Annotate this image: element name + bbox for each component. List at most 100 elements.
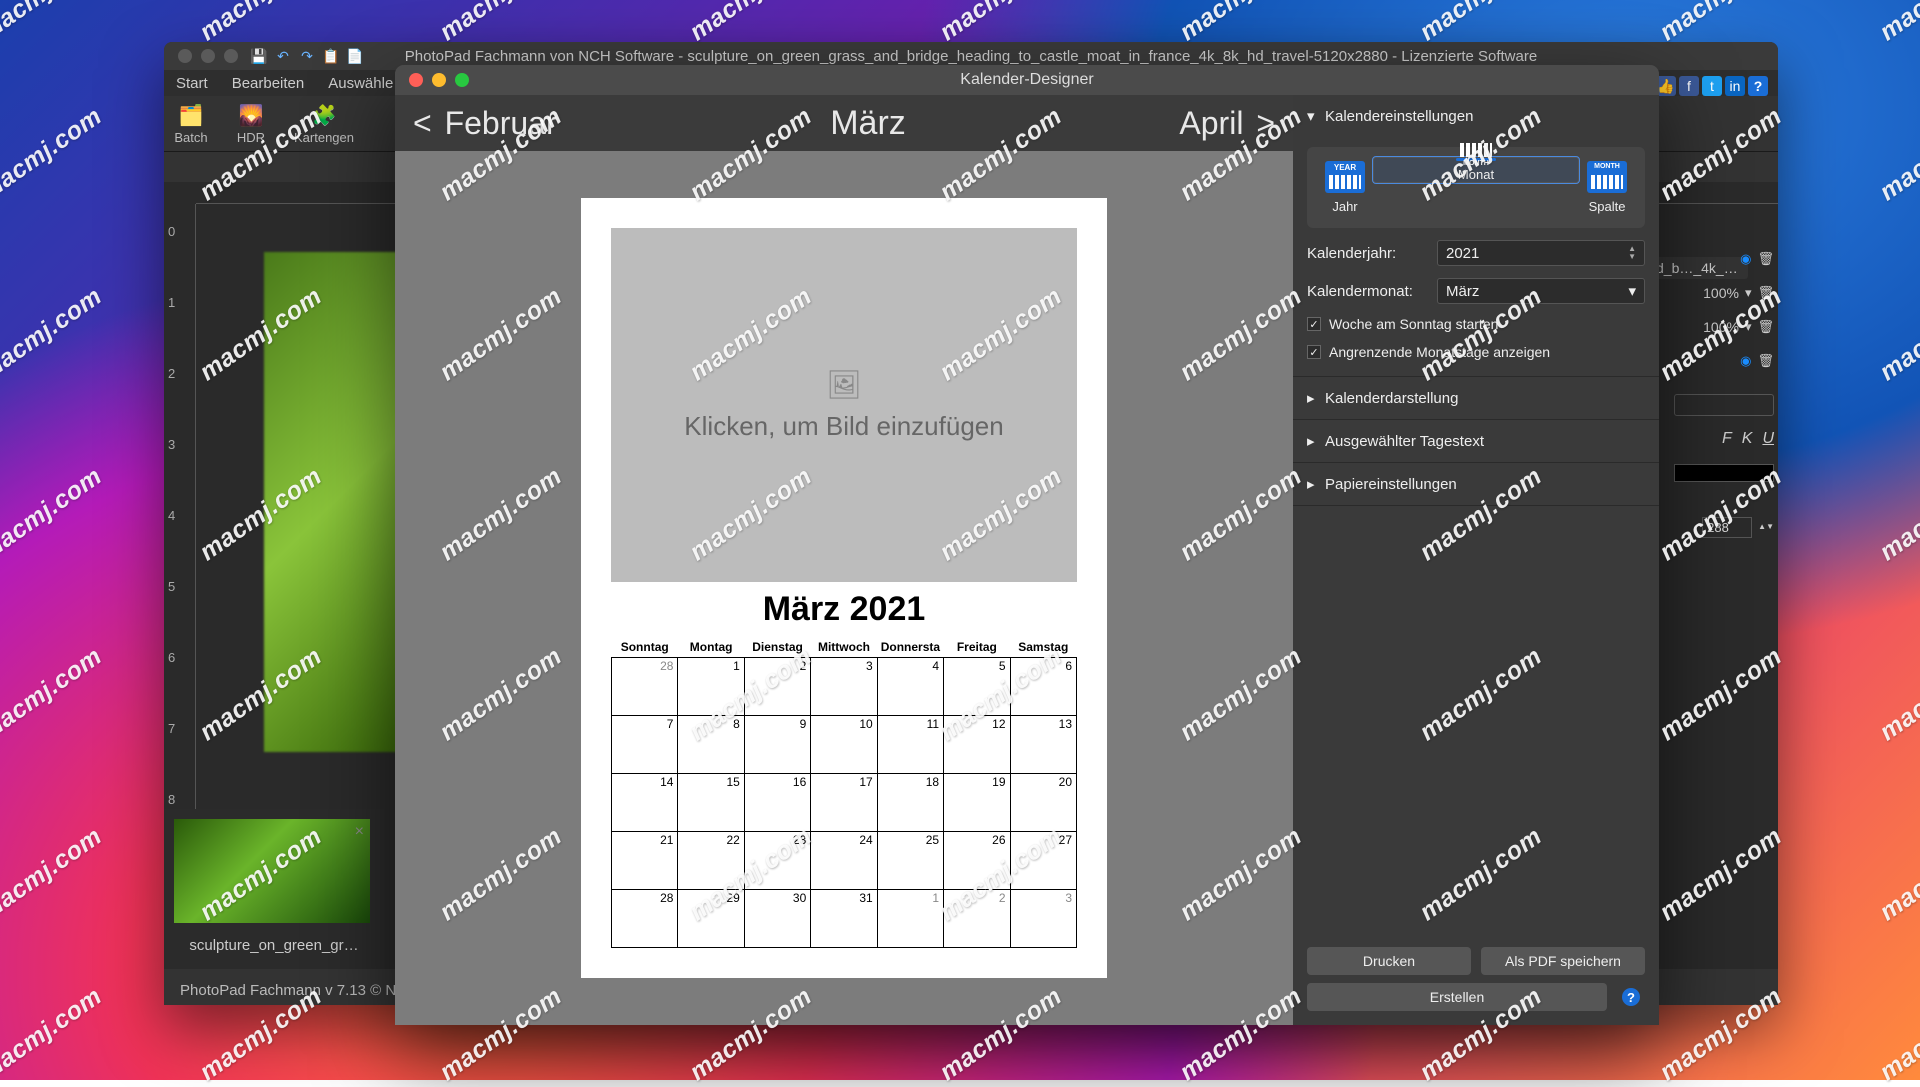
tab-start[interactable]: Start <box>176 75 208 92</box>
color-swatch[interactable] <box>1674 464 1774 482</box>
calendar-day-cell[interactable]: 9 <box>744 716 810 774</box>
trash-icon[interactable]: 🗑 <box>1757 319 1774 335</box>
prev-month-button[interactable]: < Februar <box>413 105 557 142</box>
calendar-day-cell[interactable]: 19 <box>944 774 1010 832</box>
tool-batch[interactable]: 🗂️Batch <box>174 102 208 145</box>
calendar-day-cell[interactable]: 30 <box>744 890 810 948</box>
section-calendar-display[interactable]: ▸Kalenderdarstellung <box>1293 377 1659 419</box>
filmstrip-thumb[interactable]: × <box>174 819 370 923</box>
calendar-mode-icon <box>1587 161 1627 193</box>
chevron-down-icon: ▾ <box>1628 282 1636 300</box>
create-button[interactable]: Erstellen <box>1307 983 1607 1011</box>
calendar-day-cell[interactable]: 28 <box>612 658 678 716</box>
opacity-a[interactable]: 100% <box>1703 285 1739 301</box>
format-bold[interactable]: F <box>1722 430 1732 448</box>
calendar-day-cell[interactable]: 15 <box>678 774 744 832</box>
tab-edit[interactable]: Bearbeiten <box>232 75 305 92</box>
calendar-day-cell[interactable]: 14 <box>612 774 678 832</box>
format-italic[interactable]: K <box>1742 430 1753 448</box>
calendar-day-cell[interactable]: 7 <box>612 716 678 774</box>
month-navigator: < Februar März April > <box>395 95 1293 151</box>
opacity-b[interactable]: 100% <box>1703 319 1739 335</box>
mode-jahr[interactable]: Jahr <box>1317 157 1373 218</box>
calendar-mode-icon <box>1456 158 1496 161</box>
calendar-day-cell[interactable]: 20 <box>1010 774 1076 832</box>
mode-monat[interactable]: Monat <box>1373 157 1579 183</box>
month-label: Kalendermonat: <box>1307 283 1427 300</box>
calendar-day-cell[interactable]: 26 <box>944 832 1010 890</box>
next-month-button[interactable]: April > <box>1179 105 1275 142</box>
close-icon[interactable]: × <box>355 823 364 841</box>
calendar-day-cell[interactable]: 4 <box>877 658 943 716</box>
calendar-day-cell[interactable]: 2 <box>744 658 810 716</box>
calendar-preview-pane: < Februar März April > 🖼 Klicken, um Bil… <box>395 95 1293 1025</box>
trash-icon[interactable]: 🗑 <box>1757 285 1774 301</box>
weekday-header: Montag <box>678 637 744 658</box>
section-calendar-settings[interactable]: ▾ Kalendereinstellungen <box>1293 95 1659 137</box>
section-paper-settings[interactable]: ▸Papiereinstellungen <box>1293 463 1659 505</box>
calendar-day-cell[interactable]: 22 <box>678 832 744 890</box>
calendar-day-cell[interactable]: 17 <box>811 774 877 832</box>
dropdown-field[interactable] <box>1674 394 1774 416</box>
calendar-day-cell[interactable]: 2 <box>944 890 1010 948</box>
weekday-header: Freitag <box>944 637 1010 658</box>
layer-toggle-icon[interactable]: ◉ <box>1740 251 1751 267</box>
section-selected-day-text[interactable]: ▸Ausgewählter Tagestext <box>1293 420 1659 462</box>
calendar-day-cell[interactable]: 1 <box>678 658 744 716</box>
layer-toggle-icon[interactable]: ◉ <box>1740 353 1751 369</box>
image-drop-text: Klicken, um Bild einzufügen <box>684 411 1003 442</box>
help-icon[interactable]: ? <box>1748 76 1768 96</box>
ruler-mark: 8 <box>168 792 191 807</box>
calendar-day-cell[interactable]: 28 <box>612 890 678 948</box>
like-icon[interactable]: 👍 <box>1656 76 1676 96</box>
save-icon[interactable]: 💾 <box>250 48 268 64</box>
calendar-day-cell[interactable]: 24 <box>811 832 877 890</box>
calendar-day-cell[interactable]: 31 <box>811 890 877 948</box>
calendar-day-cell[interactable]: 3 <box>811 658 877 716</box>
tab-select[interactable]: Auswähle <box>328 75 393 92</box>
redo-icon[interactable]: ↷ <box>298 48 316 64</box>
calendar-day-cell[interactable]: 12 <box>944 716 1010 774</box>
calendar-day-cell[interactable]: 21 <box>612 832 678 890</box>
calendar-day-cell[interactable]: 3 <box>1010 890 1076 948</box>
calendar-day-cell[interactable]: 6 <box>1010 658 1076 716</box>
year-spinner[interactable]: 2021▲▼ <box>1437 240 1645 266</box>
format-underline[interactable]: U <box>1762 430 1774 448</box>
facebook-icon[interactable]: f <box>1679 76 1699 96</box>
ruler-mark: 4 <box>168 508 191 523</box>
month-select[interactable]: März▾ <box>1437 278 1645 304</box>
calendar-day-cell[interactable]: 10 <box>811 716 877 774</box>
trash-icon[interactable]: 🗑 <box>1757 251 1774 267</box>
trash-icon[interactable]: 🗑 <box>1757 353 1774 369</box>
copy-icon[interactable]: 📋 <box>322 48 340 64</box>
calendar-day-cell[interactable]: 8 <box>678 716 744 774</box>
undo-icon[interactable]: ↶ <box>274 48 292 64</box>
print-button[interactable]: Drucken <box>1307 947 1471 975</box>
calendar-day-cell[interactable]: 16 <box>744 774 810 832</box>
image-drop-zone[interactable]: 🖼 Klicken, um Bild einzufügen <box>611 228 1077 582</box>
tool-cardgen[interactable]: 🧩Kartengen <box>294 102 354 145</box>
size-input[interactable] <box>1702 517 1752 538</box>
canvas-image[interactable] <box>264 252 404 752</box>
calendar-day-cell[interactable]: 29 <box>678 890 744 948</box>
tool-hdr[interactable]: 🌄HDR <box>234 102 268 145</box>
save-pdf-button[interactable]: Als PDF speichern <box>1481 947 1645 975</box>
checkbox-icon: ✓ <box>1307 345 1321 359</box>
calendar-day-cell[interactable]: 25 <box>877 832 943 890</box>
calendar-day-cell[interactable]: 23 <box>744 832 810 890</box>
calendar-day-cell[interactable]: 11 <box>877 716 943 774</box>
calendar-day-cell[interactable]: 18 <box>877 774 943 832</box>
checkbox-adjacent-days[interactable]: ✓ Angrenzende Monatstage anzeigen <box>1307 344 1645 360</box>
mode-spalte[interactable]: Spalte <box>1579 157 1635 218</box>
calendar-day-cell[interactable]: 5 <box>944 658 1010 716</box>
calendar-day-cell[interactable]: 27 <box>1010 832 1076 890</box>
calendar-day-cell[interactable]: 1 <box>877 890 943 948</box>
paste-icon[interactable]: 📄 <box>346 48 364 64</box>
calendar-day-cell[interactable]: 13 <box>1010 716 1076 774</box>
help-icon[interactable]: ? <box>1622 988 1640 1006</box>
twitter-icon[interactable]: t <box>1702 76 1722 96</box>
linkedin-icon[interactable]: in <box>1725 76 1745 96</box>
spinner-arrows-icon[interactable]: ▲▼ <box>1628 245 1636 261</box>
main-traffic-lights[interactable] <box>164 49 238 63</box>
checkbox-start-sunday[interactable]: ✓ Woche am Sonntag starten <box>1307 316 1645 332</box>
